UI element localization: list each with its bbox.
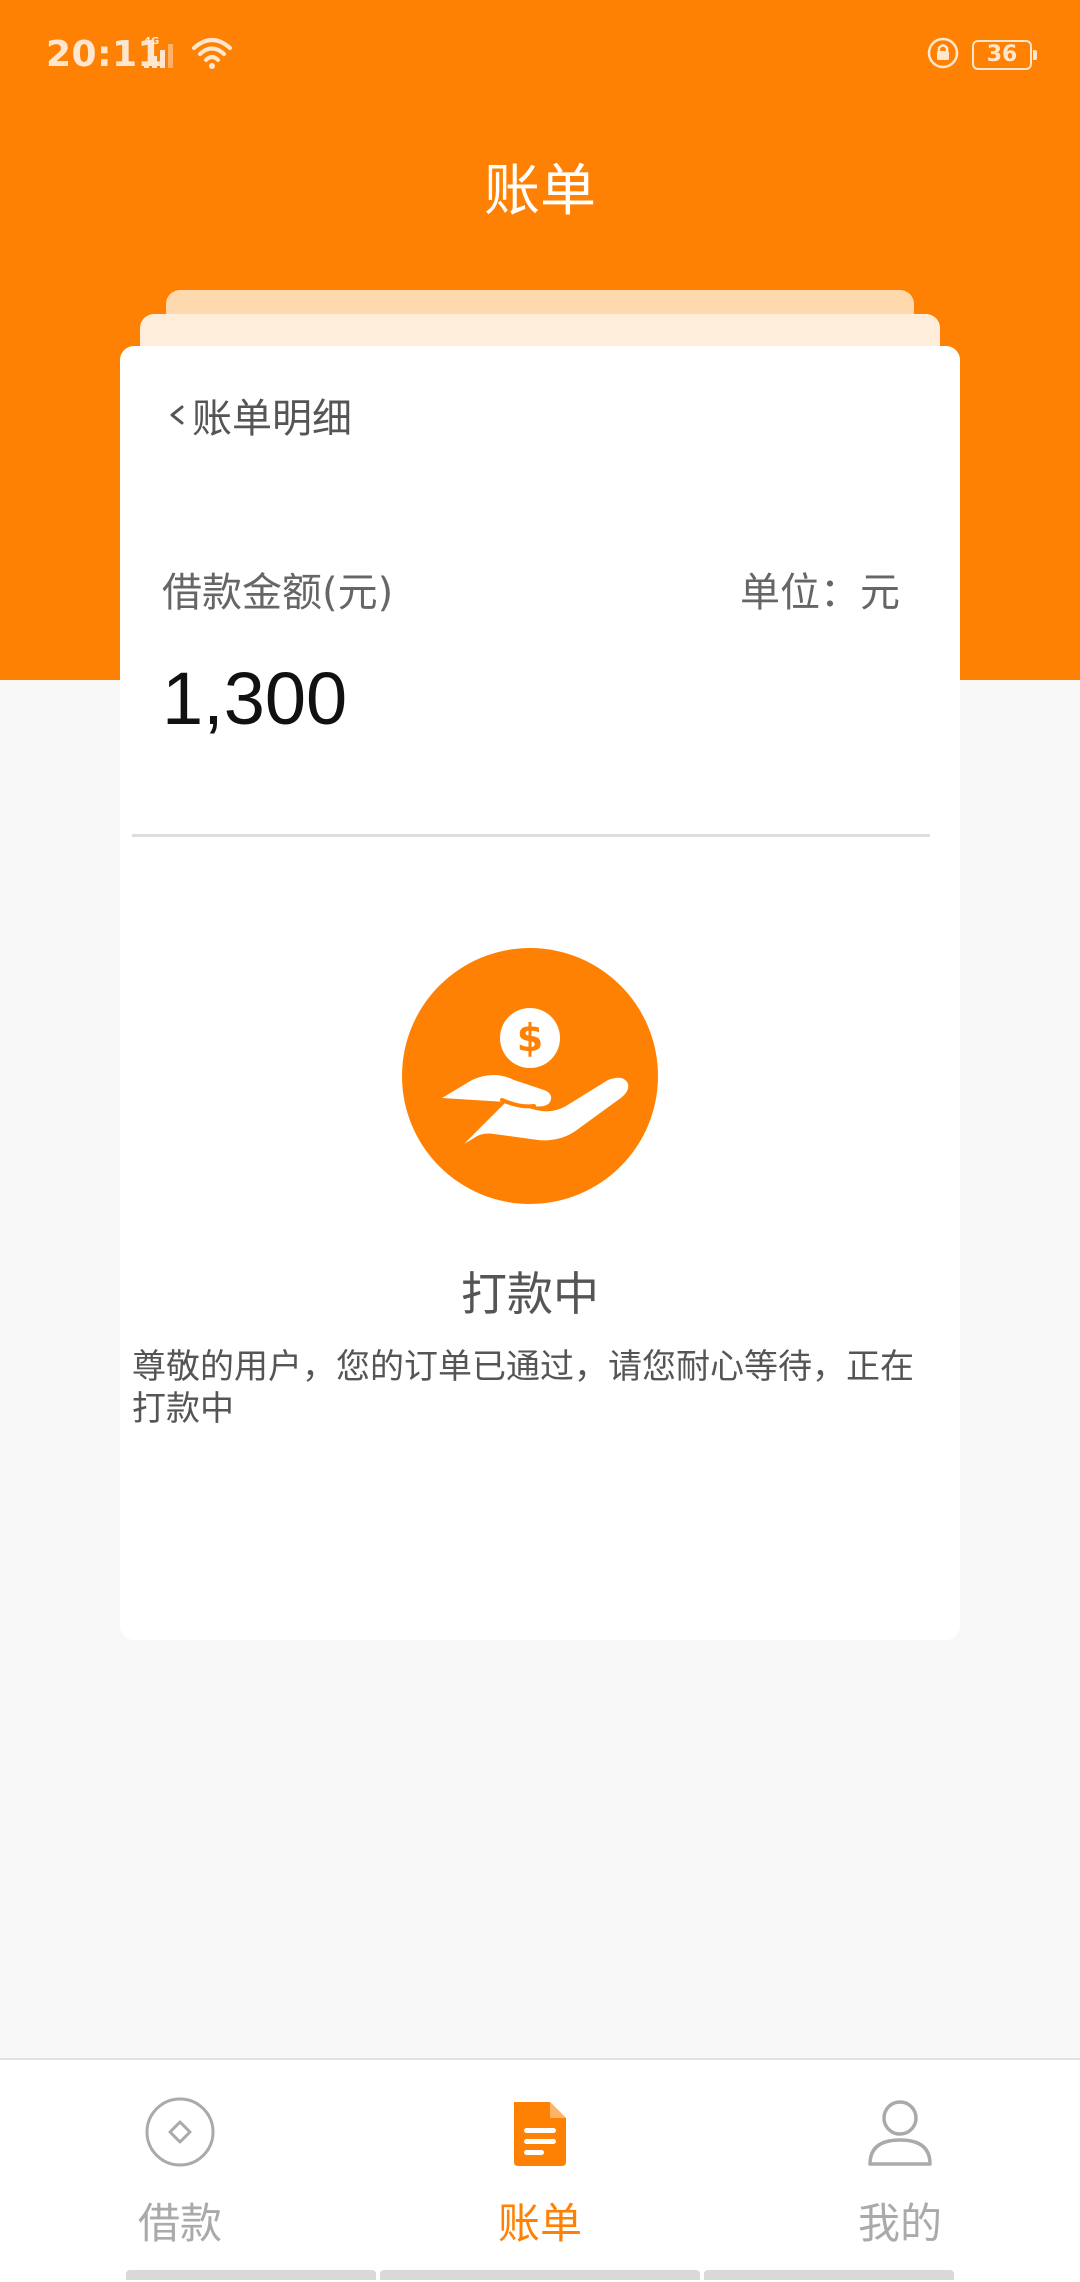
network-type-label: 4G [144, 36, 159, 47]
status-title: 打款中 [461, 1267, 599, 1321]
nav-item-bill[interactable]: 账单 [360, 2060, 720, 2280]
unit-label: 单位：元 [740, 570, 900, 616]
nav-label-bill: 账单 [497, 2199, 582, 2248]
battery-indicator: 36 [972, 40, 1037, 70]
amount-label: 借款金额(元) [162, 570, 394, 616]
diamond-circle-icon [144, 2096, 216, 2168]
nav-label-mine: 我的 [857, 2199, 942, 2248]
gesture-bar-segment [704, 2270, 954, 2280]
hand-coin-icon: $ [402, 948, 658, 1204]
amount-value: 1,300 [162, 657, 348, 740]
gesture-bar-segment [126, 2270, 376, 2280]
nav-item-loan[interactable]: 借款 [0, 2060, 360, 2280]
wifi-icon [192, 36, 232, 70]
nav-label-loan: 借款 [137, 2199, 222, 2248]
rotation-lock-icon [926, 36, 960, 70]
back-to-bill-detail-button[interactable]: 账单明细 [162, 386, 352, 444]
nav-item-mine[interactable]: 我的 [720, 2060, 1080, 2280]
back-label: 账单明细 [192, 396, 352, 442]
bill-detail-card: 账单明细 借款金额(元) 单位：元 1,300 $ 打款中 尊敬的用户，您的订单… [120, 346, 960, 1640]
user-icon [864, 2096, 936, 2168]
chevron-left-icon [162, 395, 192, 435]
gesture-bar-segment [380, 2270, 700, 2280]
status-bar: 20:11 4G 36 [0, 0, 1080, 110]
page-title: 账单 [484, 159, 596, 224]
status-description: 尊敬的用户，您的订单已通过，请您耐心等待，正在打款中 [132, 1347, 914, 1429]
divider [132, 834, 930, 837]
bottom-navigation: 借款 账单 我的 [0, 2058, 1080, 2282]
document-icon [504, 2096, 576, 2168]
cellular-signal-icon: 4G [142, 34, 186, 70]
svg-text:$: $ [517, 1016, 543, 1060]
